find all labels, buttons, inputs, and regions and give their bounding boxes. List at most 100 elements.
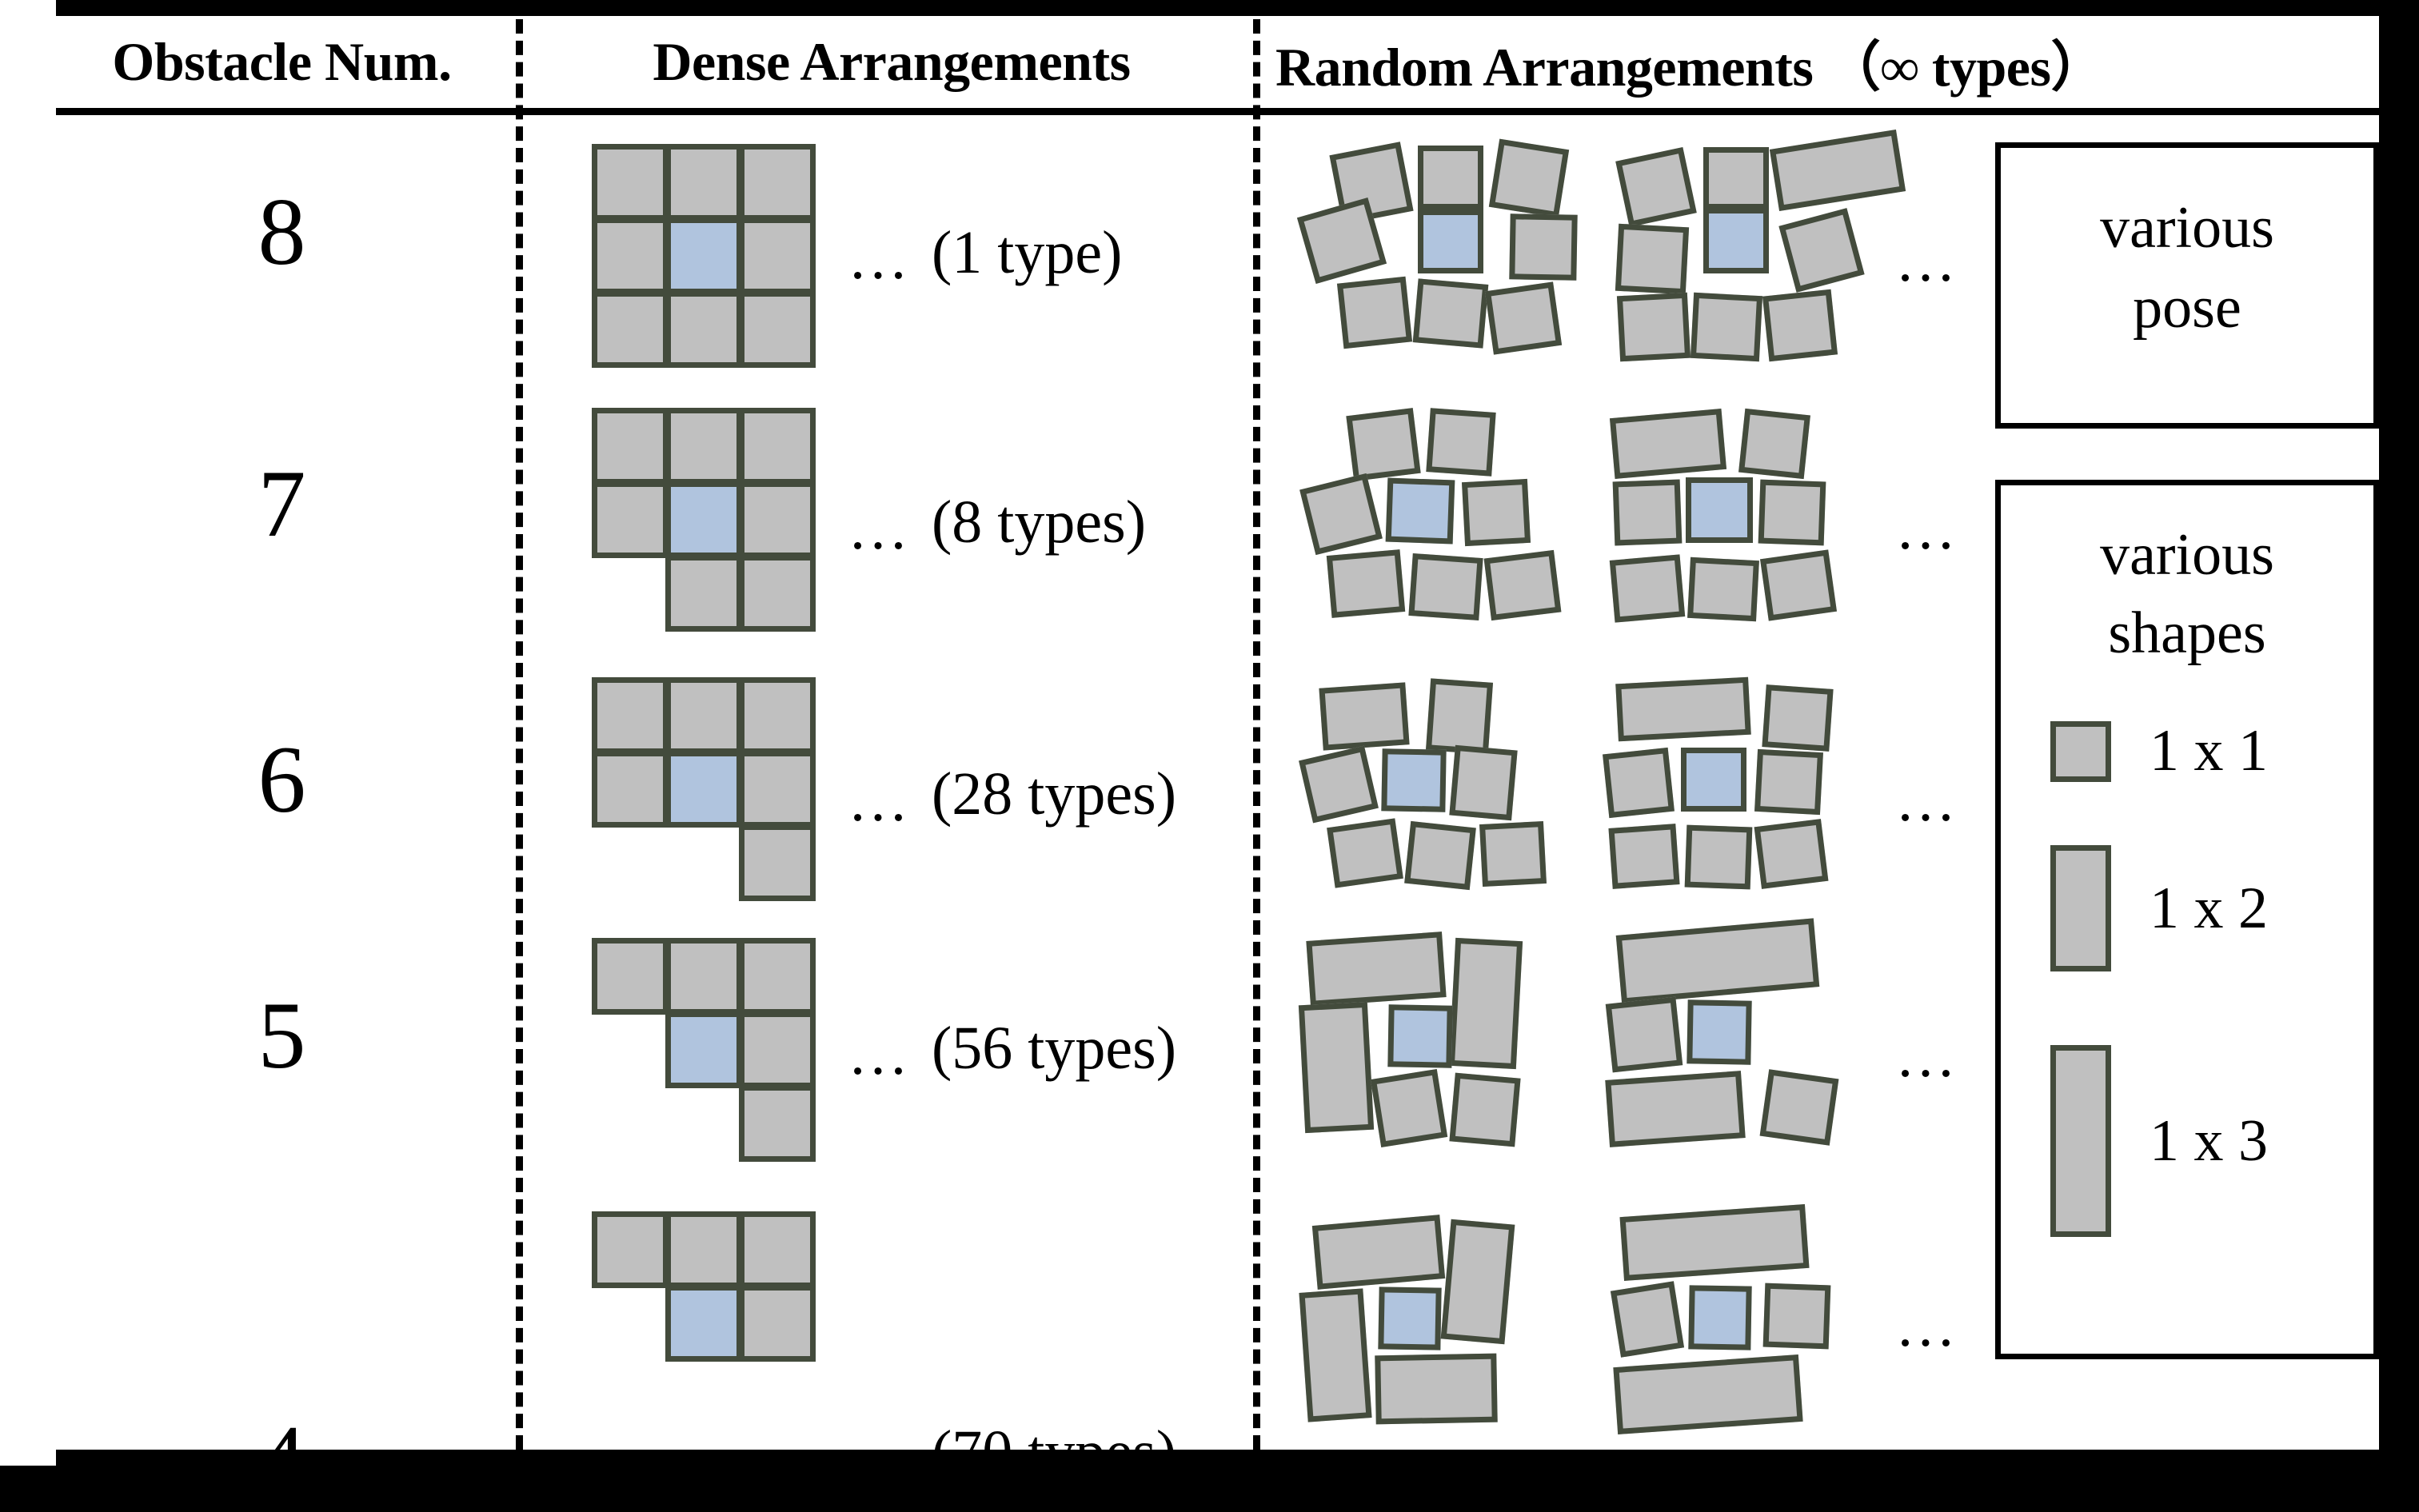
- random-obstacle: [1509, 213, 1578, 281]
- random-obstacle: [1448, 937, 1523, 1070]
- dense-ellipsis: …: [848, 767, 908, 834]
- table-header: Obstacle Num. Dense Arrangements Random …: [0, 16, 2379, 108]
- dense-arrangement-grid: [592, 938, 816, 1170]
- random-obstacle: [1483, 549, 1562, 621]
- dense-cell: [739, 555, 816, 632]
- frame-top-bar: [56, 0, 2419, 16]
- random-obstacle: [1754, 748, 1823, 816]
- random-obstacle: [1690, 292, 1763, 362]
- shape-swatch-1x3-icon: [2050, 1045, 2111, 1237]
- random-obstacle: [1615, 676, 1751, 742]
- random-obstacle: [1449, 744, 1518, 821]
- dense-cell-robot: [665, 1285, 742, 1362]
- random-obstacle: [1613, 1354, 1803, 1434]
- random-obstacle: [1605, 996, 1683, 1073]
- random-ellipsis: …: [1895, 227, 1956, 294]
- dense-cell: [592, 408, 669, 485]
- random-arrangement-cluster: [1295, 674, 1615, 930]
- random-obstacle: [1449, 1072, 1521, 1147]
- random-obstacle: [1327, 818, 1403, 888]
- random-obstacle: [1603, 747, 1675, 819]
- random-obstacle: [1769, 129, 1906, 212]
- random-obstacle: [1484, 281, 1563, 355]
- random-ellipsis: …: [1895, 1292, 1956, 1359]
- legend-label-1x3: 1 x 3: [2150, 1107, 2268, 1174]
- random-obstacle: [1619, 1204, 1810, 1281]
- figure-root: Obstacle Num. Dense Arrangements Random …: [0, 0, 2419, 1507]
- frame-right-bar: [2379, 0, 2419, 1466]
- random-obstacle: [1488, 138, 1570, 218]
- random-ellipsis: …: [1895, 495, 1956, 562]
- dense-cell: [665, 938, 742, 1015]
- random-arrangement-cluster: [1295, 1191, 1615, 1455]
- obstacle-num-value: 4: [257, 1406, 306, 1512]
- header-obstacle-num: Obstacle Num.: [112, 31, 452, 92]
- random-obstacle: [1610, 1281, 1685, 1358]
- random-obstacle: [1299, 473, 1383, 556]
- obstacle-num-value: 8: [257, 178, 306, 285]
- dense-cell: [739, 217, 816, 294]
- dense-cell: [739, 938, 816, 1015]
- dense-cell: [739, 1211, 816, 1288]
- dense-arrangement-grid: [592, 677, 816, 909]
- dense-cell: [739, 144, 816, 221]
- legend-pose-line1: various: [2100, 195, 2274, 261]
- dense-cell: [665, 291, 742, 368]
- random-robot: [1378, 1287, 1442, 1350]
- random-obstacle: [1298, 1001, 1375, 1134]
- random-obstacle: [1326, 549, 1406, 618]
- random-obstacle: [1759, 1069, 1839, 1146]
- dense-type-count: (1 type): [932, 219, 1123, 286]
- dense-cell-robot: [665, 1011, 742, 1088]
- dense-cell: [592, 1211, 669, 1288]
- random-obstacle: [1605, 1071, 1746, 1147]
- dense-type-count: (28 types): [932, 760, 1177, 828]
- random-arrangement-cluster: [1299, 404, 1615, 660]
- random-obstacle: [1759, 549, 1838, 621]
- random-robot: [1703, 208, 1769, 273]
- random-obstacle: [1762, 1283, 1831, 1350]
- dense-ellipsis: …: [848, 225, 908, 292]
- random-obstacle: [1754, 819, 1829, 889]
- random-obstacle: [1306, 932, 1447, 1007]
- dense-cell: [739, 408, 816, 485]
- dense-cell: [592, 751, 669, 828]
- header-dense-arrangements: Dense Arrangements: [653, 31, 1131, 92]
- random-obstacle: [1615, 918, 1820, 1004]
- random-obstacle: [1608, 824, 1680, 889]
- obstacle-num-value: 6: [257, 726, 306, 832]
- dense-cell: [665, 1211, 742, 1288]
- dense-arrangement-grid: [592, 1211, 816, 1371]
- random-obstacle: [1461, 478, 1531, 547]
- dense-cell: [665, 144, 742, 221]
- legend-item-1x2: 1 x 2: [2050, 845, 2268, 971]
- dense-ellipsis: …: [848, 495, 908, 562]
- random-obstacle: [1738, 408, 1810, 480]
- dense-cell: [739, 481, 816, 558]
- shape-swatch-1x1-icon: [2050, 720, 2111, 782]
- dense-cell: [592, 481, 669, 558]
- random-obstacle: [1615, 146, 1697, 228]
- random-obstacle: [1370, 1068, 1448, 1148]
- dense-ellipsis: …: [848, 1020, 908, 1087]
- dense-arrangement-grid: [592, 408, 816, 640]
- random-arrangement-cluster: [1605, 916, 1935, 1195]
- random-obstacle: [1425, 678, 1494, 755]
- legend-pose-line2: pose: [2133, 275, 2241, 341]
- dense-cell: [665, 408, 742, 485]
- dense-cell: [739, 291, 816, 368]
- random-robot: [1381, 748, 1447, 812]
- random-obstacle: [1299, 745, 1379, 824]
- dense-cell: [739, 677, 816, 754]
- dense-cell-robot: [665, 217, 742, 294]
- dense-type-count: (70 types): [932, 1418, 1177, 1486]
- random-robot: [1688, 1285, 1752, 1350]
- random-arrangement-cluster: [1296, 136, 1615, 392]
- dense-cell: [592, 677, 669, 754]
- dense-cell: [592, 938, 669, 1015]
- header-random-arrangements: Random Arrangements （∞ types）: [1275, 37, 2105, 98]
- random-arrangement-cluster: [1606, 404, 1926, 660]
- random-obstacle: [1609, 409, 1727, 479]
- random-obstacle: [1311, 1215, 1446, 1290]
- dense-cell: [739, 751, 816, 828]
